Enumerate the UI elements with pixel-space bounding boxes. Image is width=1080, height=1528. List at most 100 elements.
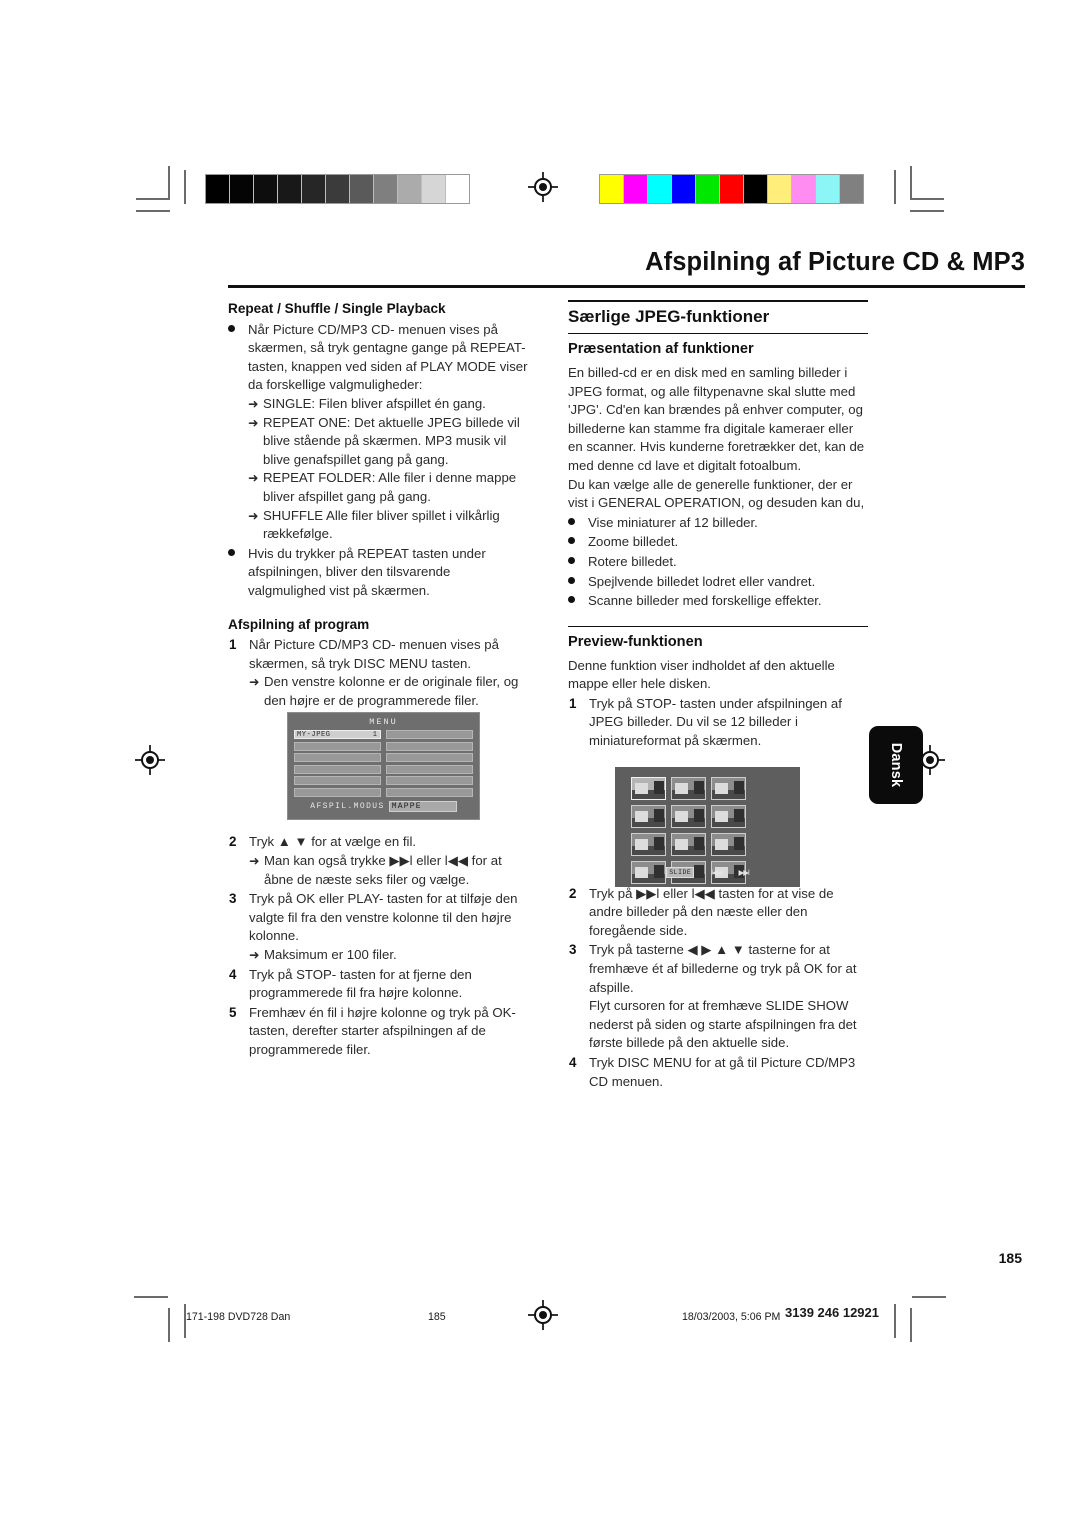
left-column: Repeat / Shuffle / Single Playback Når P… [228,300,528,1060]
menu-row[interactable] [386,787,473,797]
grayscale-swatch-10 [446,175,469,203]
thumbnail-item[interactable] [671,833,706,856]
thumbnail-item[interactable] [671,777,706,800]
step-body: Tryk ▲ ▼ for at vælge en fil. ➜ Man kan … [249,833,528,889]
footer-file-label: 171-198 DVD728 Dan [186,1311,291,1323]
step-number: 1 [569,695,577,711]
bullet-icon [228,324,235,332]
crop-mark-bottom-right-v [910,1308,912,1342]
step-arrow-text: Maksimum er 100 filer. [264,947,397,963]
subsection-divider [568,333,868,335]
menu-play-mode-value[interactable]: MAPPE [388,800,457,812]
registration-mark-bottom-center [528,1300,558,1330]
feature-bullet-2: Rotere billedet. [588,554,677,570]
menu-row[interactable] [294,776,381,786]
menu-row[interactable] [386,730,473,739]
list-item: Zoome billedet. [568,533,868,552]
list-item: 2 Tryk på ▶▶l eller l◀◀ tasten for at vi… [568,885,868,941]
step-extra-text: Flyt cursoren for at fremhæve SLIDE SHOW… [589,998,857,1051]
menu-row[interactable] [386,764,473,774]
menu-row[interactable] [294,787,381,797]
title-divider [228,285,1025,288]
step-number: 1 [229,637,237,653]
list-item: Vise miniaturer af 12 billeder. [568,514,868,533]
list-item: 4 Tryk på STOP- tasten for at fjerne den… [228,966,528,1003]
step-text: Tryk på tasterne ◀ ▶ ▲ ▼ tasterne for at… [589,942,857,995]
bullet-marker [568,514,588,533]
thumbnail-item[interactable] [671,805,706,828]
thumbnail-item[interactable] [631,833,666,856]
heading-saerlige-jpeg-funktioner: Særlige JPEG-funktioner [568,306,770,326]
list-item: ➜ SHUFFLE Alle filer bliver spillet i vi… [248,507,528,544]
thumbnail-item[interactable] [711,777,746,800]
menu-play-mode-label: AFSPIL.MODUS [310,801,385,811]
list-item: Scanne billeder med forskellige effekter… [568,592,868,611]
bullet-icon [568,596,575,604]
color-swatch-4 [696,175,720,203]
menu-row[interactable] [294,741,381,751]
color-swatch-8 [792,175,816,203]
arrow-right-icon: ➜ [249,675,260,690]
presentation-paragraph-1: En billed-cd er en disk med en samling b… [568,365,865,474]
previous-page-icon[interactable]: l◀◀ [711,868,722,877]
repeat-arrow-0: SINGLE: Filen bliver afspillet én gang. [263,395,486,411]
step-text: Tryk på ▶▶l eller l◀◀ tasten for at vise… [589,885,834,938]
bullet-marker [228,545,248,564]
step-number: 2 [569,885,577,901]
step-arrow-text: Man kan også trykke ▶▶l eller l◀◀ for at… [264,853,502,887]
list-item: ➜ REPEAT ONE: Det aktuelle JPEG billede … [248,414,528,470]
menu-row[interactable] [386,741,473,751]
subsection-divider [568,625,868,628]
menu-row-selected[interactable]: MY-JPEG 1 [294,730,381,739]
menu-play-mode-row: AFSPIL.MODUS MAPPE [294,800,473,812]
menu-row[interactable] [386,753,473,763]
footer-rule-right [912,1296,946,1298]
color-swatch-7 [768,175,792,203]
menu-row[interactable] [294,753,381,763]
menu-row[interactable] [386,776,473,786]
step-body: Når Picture CD/MP3 CD- menuen vises på s… [249,636,528,710]
menu-programmed-files-column [386,730,473,797]
thumbnail-item[interactable] [631,777,666,800]
arrow-right-icon: ➜ [249,854,260,869]
arrow-right-icon: ➜ [248,508,259,523]
list-item: ➜ Man kan også trykke ▶▶l eller l◀◀ for … [249,852,528,889]
repeat-arrow-3: SHUFFLE Alle filer bliver spillet i vilk… [263,507,500,542]
feature-bullet-4: Scanne billeder med forskellige effekter… [588,593,822,609]
step-body: Tryk på tasterne ◀ ▶ ▲ ▼ tasterne for at… [589,941,868,1053]
list-item: 4 Tryk DISC MENU for at gå til Picture C… [568,1054,868,1091]
repeat-arrow-list: ➜ SINGLE: Filen bliver afspillet én gang… [228,395,528,544]
step-text: Tryk ▲ ▼ for at vælge en fil. [249,834,417,850]
heading-praesentation-af-funktioner: Præsentation af funktioner [568,341,754,358]
step-text: Når Picture CD/MP3 CD- menuen vises på s… [249,637,499,671]
arrow-right-icon: ➜ [248,471,259,486]
repeat-arrow-1: REPEAT ONE: Det aktuelle JPEG billede vi… [263,414,520,467]
next-page-icon[interactable]: ▶▶l [739,868,750,877]
bullet-marker [228,321,248,340]
repeat-bullet-1-text: Når Picture CD/MP3 CD- menuen vises på s… [248,321,528,393]
step-body: Tryk på OK eller PLAY- tasten for at til… [249,890,528,964]
menu-row[interactable] [294,764,381,774]
grayscale-swatch-4 [302,175,326,203]
thumbnail-item[interactable] [631,805,666,828]
slide-show-button[interactable]: SLIDE [666,867,695,878]
menu-row-index: 1 [372,730,377,739]
thumbnail-item[interactable] [711,833,746,856]
crop-mark-top-right-bar [894,170,896,204]
bullet-icon [568,517,575,525]
crop-mark-bottom-left-v [168,1308,170,1342]
page-number: 185 [998,1250,1022,1266]
bullet-icon [568,557,575,565]
step-number: 5 [229,1004,237,1020]
grayscale-swatch-1 [230,175,254,203]
list-item: 1 Når Picture CD/MP3 CD- menuen vises på… [228,636,528,710]
color-swatch-1 [624,175,648,203]
crop-mark-bottom-right-bar [894,1304,896,1338]
crop-mark-top-left-h2 [136,210,170,212]
footer-rule-left [134,1296,168,1298]
crop-mark-top-left-h [136,198,170,200]
menu-row-label: MY-JPEG [297,730,331,739]
step-number: 4 [569,1055,577,1070]
thumbnail-item[interactable] [711,805,746,828]
bullet-icon [568,576,575,584]
